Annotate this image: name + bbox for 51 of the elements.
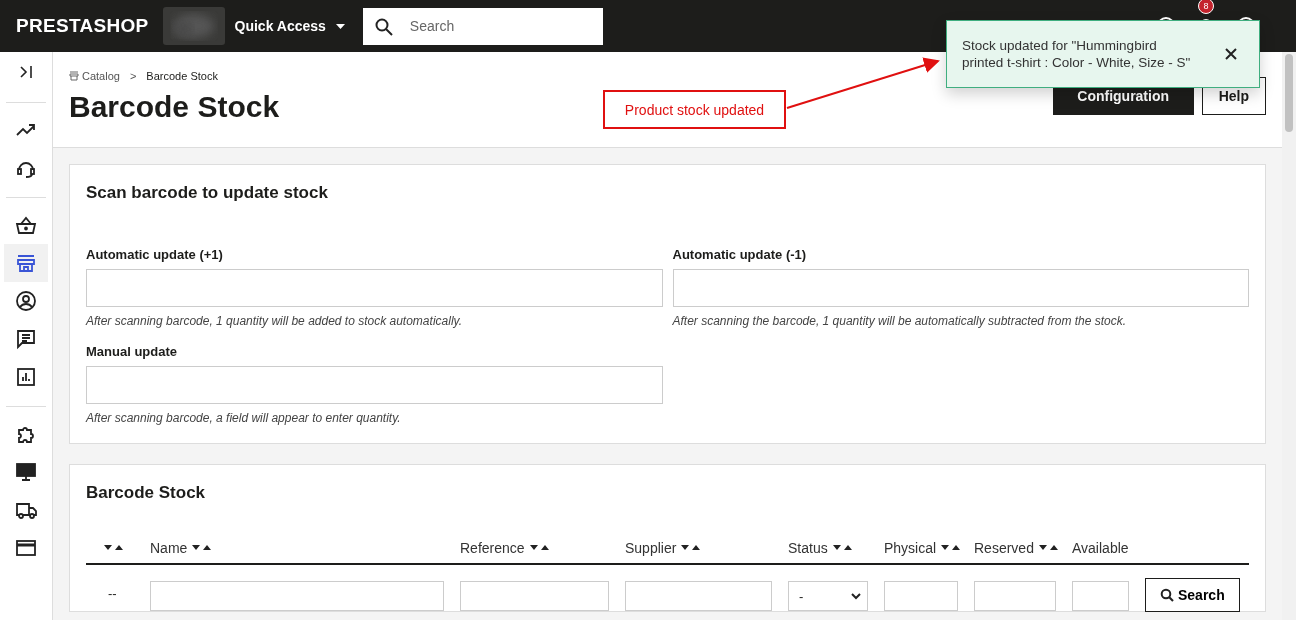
sort-icon[interactable] — [681, 545, 701, 551]
logo[interactable]: PRESTASHOP — [16, 15, 149, 37]
store-icon — [69, 71, 79, 81]
breadcrumb-link[interactable]: Catalog — [69, 70, 120, 82]
toast-message: Stock updated for "Hummingbird printed t-shirt : Color - White, Size - S" — [962, 37, 1192, 71]
search-icon — [1160, 588, 1174, 602]
quick-access-menu[interactable]: Quick Access — [228, 18, 351, 34]
sort-icon[interactable] — [832, 545, 852, 551]
help-text: After scanning barcode, a field will appear to enter quantity. — [86, 411, 402, 425]
sort-icon[interactable] — [1038, 545, 1058, 551]
annotation-label: Product stock updated — [603, 90, 786, 129]
column-header[interactable]: Reference — [460, 540, 525, 556]
page-title: Barcode Stock — [69, 90, 280, 124]
help-text: After scanning barcode, 1 quantity will be added to stock automatically. — [86, 314, 463, 328]
filter-field[interactable] — [150, 581, 444, 611]
store-icon[interactable] — [4, 244, 48, 282]
input-field[interactable] — [86, 366, 663, 404]
column-header[interactable]: Reserved — [974, 540, 1034, 556]
scrollbar[interactable] — [1282, 52, 1296, 620]
table-cell: -- — [108, 585, 117, 601]
filter-field[interactable] — [974, 581, 1056, 611]
field-label: Automatic update (+1) — [86, 247, 224, 262]
status-select[interactable]: - — [788, 581, 868, 611]
filter-field[interactable] — [460, 581, 609, 611]
notification-badge: 8 — [1198, 0, 1214, 14]
card-title: Barcode Stock — [86, 483, 207, 503]
input-field[interactable] — [86, 269, 663, 307]
search-button[interactable]: Search — [1145, 578, 1240, 612]
caret-icon — [335, 23, 345, 29]
sort-icon[interactable] — [941, 545, 961, 551]
column-header[interactable]: Physical — [884, 540, 937, 556]
input-field[interactable] — [672, 269, 1249, 307]
filter-field[interactable] — [1072, 581, 1129, 611]
breadcrumb-separator: > — [129, 70, 137, 82]
field-label: Manual update — [86, 344, 178, 359]
column-header[interactable]: Name — [150, 540, 188, 556]
breadcrumb-current: Barcode Stock — [146, 70, 218, 82]
close-icon[interactable] — [1225, 48, 1237, 60]
filter-field[interactable] — [884, 581, 958, 611]
sort-icon[interactable] — [104, 545, 123, 551]
chevron-icon — [851, 592, 861, 600]
field-label: Automatic update (-1) — [672, 247, 808, 262]
sort-icon[interactable] — [529, 545, 549, 551]
column-header[interactable]: Available — [1072, 540, 1129, 556]
column-header[interactable]: Status — [788, 540, 828, 556]
sort-icon[interactable] — [192, 545, 212, 551]
card-title: Scan barcode to update stock — [86, 183, 329, 203]
search-field[interactable]: Search — [362, 7, 603, 45]
filter-field[interactable] — [625, 581, 772, 611]
help-text: After scanning the barcode, 1 quantity will be automatically subtracted from the stock. — [672, 314, 1128, 328]
column-header[interactable]: Supplier — [625, 540, 677, 556]
